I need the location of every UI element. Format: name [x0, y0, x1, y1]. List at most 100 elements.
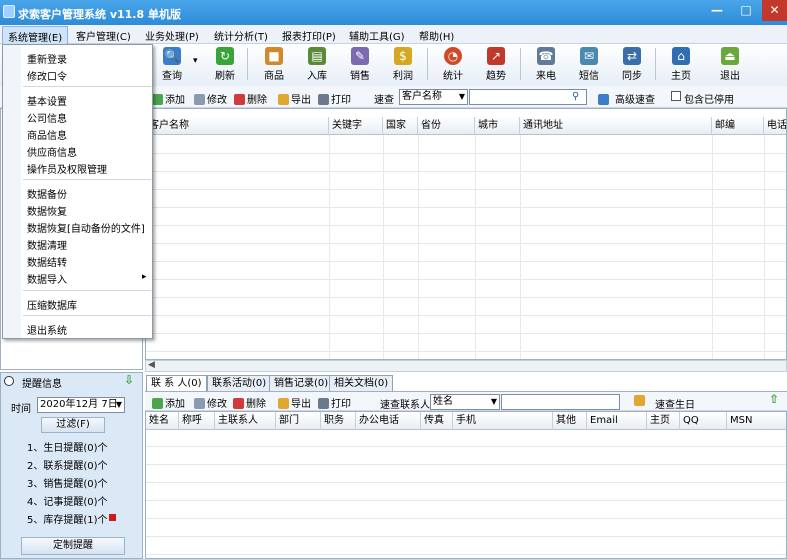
menu-item-cleanup[interactable]: 数据清理: [27, 237, 67, 252]
menu-item-basic-settings[interactable]: 基本设置: [27, 93, 67, 108]
col-city[interactable]: 城市: [475, 117, 520, 135]
contact-add-button[interactable]: 添加: [152, 395, 185, 410]
menu-customer[interactable]: 客户管理(C): [76, 28, 131, 43]
menu-help[interactable]: 帮助(H): [419, 28, 454, 43]
contact-print-button[interactable]: 打印: [318, 395, 351, 410]
query-button[interactable]: 🔍 查询: [154, 47, 190, 83]
contact-search-input[interactable]: [501, 394, 620, 410]
app-icon: [3, 5, 15, 18]
minimize-button[interactable]: —: [704, 0, 730, 21]
home-button[interactable]: ⌂ 主页: [663, 47, 699, 83]
note-reminder-link[interactable]: 4、记事提醒(0)个: [27, 493, 108, 508]
col-mobile[interactable]: 手机: [453, 412, 553, 430]
sales-button[interactable]: ✎ 销售: [342, 47, 378, 83]
include-disabled-label: 包含已停用: [684, 95, 734, 106]
advanced-search-button[interactable]: 高级速查: [598, 91, 655, 106]
trend-button[interactable]: ↗ 趋势: [478, 47, 514, 83]
col-other[interactable]: 其他: [553, 412, 587, 430]
col-province[interactable]: 省份: [418, 117, 475, 135]
menu-item-restore[interactable]: 数据恢复: [27, 203, 67, 218]
col-phone[interactable]: 电话: [764, 117, 786, 135]
grid-row-line: [146, 333, 786, 334]
expand-arrow-icon[interactable]: ⇧: [769, 392, 779, 406]
col-customer-name[interactable]: 客户名称: [146, 117, 329, 135]
contacts-grid[interactable]: 姓名 称呼 主联系人 部门 职务 办公电话 传真 手机 其他 Email 主页 …: [145, 411, 787, 559]
col-position[interactable]: 职务: [321, 412, 356, 430]
query-dropdown-arrow[interactable]: ▾: [193, 56, 198, 66]
search-field-select[interactable]: 客户名称 ▼: [399, 89, 468, 105]
customer-grid[interactable]: 客户名称 关键字 国家 省份 城市 通讯地址 邮编 电话: [145, 108, 787, 360]
menu-item-goods-info[interactable]: 商品信息: [27, 127, 67, 142]
stock-reminder-link[interactable]: 5、库存提醒(1)个: [27, 511, 108, 526]
menu-item-exit[interactable]: 退出系统: [27, 322, 67, 337]
exit-button[interactable]: ⏏ 退出: [712, 47, 748, 83]
contact-export-button[interactable]: 导出: [278, 395, 311, 410]
contact-delete-button[interactable]: 删除: [233, 395, 266, 410]
sync-button[interactable]: ⇄ 同步: [614, 47, 650, 83]
delete-button[interactable]: 删除: [234, 91, 267, 106]
menu-item-company-info[interactable]: 公司信息: [27, 110, 67, 125]
search-icon[interactable]: ⚲: [572, 91, 579, 102]
scroll-left-arrow[interactable]: ◀: [148, 360, 155, 370]
horizontal-scrollbar[interactable]: ◀: [145, 360, 787, 372]
print-button[interactable]: 打印: [318, 91, 351, 106]
col-country[interactable]: 国家: [383, 117, 418, 135]
search-input[interactable]: [469, 89, 587, 105]
menu-business[interactable]: 业务处理(P): [145, 28, 199, 43]
col-postcode[interactable]: 邮编: [712, 117, 764, 135]
col-address[interactable]: 通讯地址: [520, 117, 712, 135]
contact-reminder-link[interactable]: 2、联系提醒(0)个: [27, 457, 108, 472]
maximize-button[interactable]: □: [733, 0, 759, 21]
print-icon: [318, 398, 329, 409]
sales-reminder-link[interactable]: 3、销售提醒(0)个: [27, 475, 108, 490]
birthday-search-button[interactable]: 速查生日: [655, 396, 695, 411]
refresh-button[interactable]: ↻ 刷新: [207, 47, 243, 83]
close-button[interactable]: ✕: [762, 0, 787, 21]
edit-button[interactable]: 修改: [194, 91, 227, 106]
collapse-arrow-icon[interactable]: ⇩: [124, 373, 134, 387]
custom-reminder-button[interactable]: 定制提醒: [21, 537, 125, 555]
sms-button[interactable]: ✉ 短信: [571, 47, 607, 83]
goods-button[interactable]: ■ 商品: [256, 47, 292, 83]
menu-item-compress-db[interactable]: 压缩数据库: [27, 297, 77, 312]
menu-item-operator-permissions[interactable]: 操作员及权限管理: [27, 161, 107, 176]
col-msn[interactable]: MSN: [727, 412, 786, 430]
col-title[interactable]: 称呼: [179, 412, 215, 430]
include-disabled-checkbox[interactable]: [671, 91, 681, 101]
chevron-down-icon: ▼: [115, 400, 122, 409]
col-office-phone[interactable]: 办公电话: [356, 412, 421, 430]
filter-button[interactable]: 过滤(F): [41, 417, 105, 433]
menu-item-carryover[interactable]: 数据结转: [27, 254, 67, 269]
tab-related-documents[interactable]: 相关文档(0): [329, 375, 394, 391]
add-button[interactable]: 添加: [152, 91, 185, 106]
menu-item-restore-auto[interactable]: 数据恢复[自动备份的文件]: [27, 220, 145, 235]
contact-field-select[interactable]: 姓名 ▼: [430, 394, 500, 410]
date-picker[interactable]: 2020年12月 7日 ▼: [37, 397, 125, 413]
menu-item-change-password[interactable]: 修改口令: [27, 68, 67, 83]
col-department[interactable]: 部门: [276, 412, 321, 430]
profit-button[interactable]: $ 利润: [385, 47, 421, 83]
col-name[interactable]: 姓名: [146, 412, 179, 430]
col-homepage[interactable]: 主页: [647, 412, 680, 430]
statistics-button[interactable]: ◔ 统计: [435, 47, 471, 83]
birthday-reminder-link[interactable]: 1、生日提醒(0)个: [27, 439, 108, 454]
col-primary-contact[interactable]: 主联系人: [215, 412, 276, 430]
contact-edit-button[interactable]: 修改: [194, 395, 227, 410]
tab-contact-activities[interactable]: 联系活动(0): [207, 375, 272, 391]
menu-statistics[interactable]: 统计分析(T): [214, 28, 268, 43]
menu-item-import[interactable]: 数据导入: [27, 271, 67, 286]
stock-in-button[interactable]: ▤ 入库: [299, 47, 335, 83]
menu-item-backup[interactable]: 数据备份: [27, 186, 67, 201]
tab-sales-records[interactable]: 销售记录(0): [269, 375, 334, 391]
col-keyword[interactable]: 关键字: [329, 117, 383, 135]
menu-tools[interactable]: 辅助工具(G): [349, 28, 405, 43]
menu-report[interactable]: 报表打印(P): [282, 28, 336, 43]
tab-contacts[interactable]: 联 系 人(0): [146, 375, 207, 391]
menu-item-relogin[interactable]: 重新登录: [27, 51, 67, 66]
col-qq[interactable]: QQ: [680, 412, 727, 430]
incoming-call-button[interactable]: ☎ 来电: [528, 47, 564, 83]
col-fax[interactable]: 传真: [421, 412, 453, 430]
export-button[interactable]: 导出: [278, 91, 311, 106]
col-email[interactable]: Email: [587, 412, 647, 430]
menu-item-supplier-info[interactable]: 供应商信息: [27, 144, 77, 159]
